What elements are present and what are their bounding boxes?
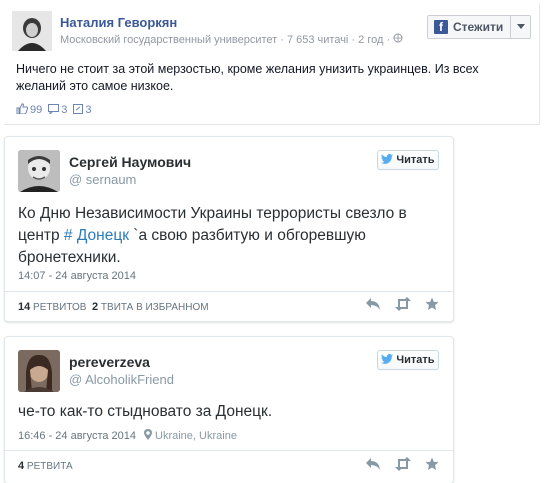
tweet-timestamp[interactable]: 16:46 - 24 августа 2014 xyxy=(18,430,136,442)
embedded-tweet: pereverzeva @ AlcoholikFriend Читать че-… xyxy=(4,336,454,483)
share-icon xyxy=(73,103,84,117)
twitter-bird-icon xyxy=(381,353,394,367)
divider xyxy=(5,291,453,292)
embedded-tweet: Сергей Наумович @ sernaum Читать Ко Дню … xyxy=(4,136,454,322)
globe-icon xyxy=(393,33,403,46)
likes-stat[interactable]: 99 xyxy=(16,103,42,117)
comment-icon xyxy=(48,103,60,117)
retweets-count[interactable]: 4 xyxy=(18,460,24,472)
shares-count: 3 xyxy=(85,104,92,116)
author-avatar[interactable] xyxy=(18,350,60,392)
tweet-stats: 14 ретвитов 2 твита в избранном xyxy=(18,301,209,313)
follow-button-label: Читать xyxy=(396,354,435,366)
tweet-author-handle[interactable]: @ AlcoholikFriend xyxy=(69,372,174,387)
favorite-star-icon[interactable] xyxy=(425,457,439,471)
facebook-embedded-post: Наталия Геворкян Московский государствен… xyxy=(4,3,540,125)
follow-button[interactable]: Читать xyxy=(377,350,439,370)
location-text: Ukraine, Ukraine xyxy=(155,430,237,442)
follow-button[interactable]: Читать xyxy=(377,150,439,170)
author-avatar[interactable] xyxy=(12,11,52,51)
tweet-text: че-то как-то стыдновато за Донецк. xyxy=(18,403,273,420)
retweet-icon[interactable] xyxy=(394,297,412,311)
tweet-stats: 4 ретвита xyxy=(18,460,73,472)
retweets-label[interactable]: ретвитов xyxy=(33,302,86,313)
comments-stat[interactable]: 3 xyxy=(48,103,68,117)
tweet-text: Ко Дню Независимости Украины террористы … xyxy=(18,203,438,269)
follow-button[interactable]: f Стежити xyxy=(427,15,531,39)
favorites-count[interactable]: 2 xyxy=(92,301,98,313)
twitter-bird-icon xyxy=(381,153,394,167)
post-meta: Московский государственный университет ·… xyxy=(60,33,403,46)
post-meta-text: Московский государственный университет ·… xyxy=(60,34,391,46)
divider xyxy=(5,450,453,451)
reply-icon[interactable] xyxy=(365,457,381,471)
author-avatar[interactable] xyxy=(18,150,60,192)
reply-icon[interactable] xyxy=(365,297,381,311)
favorites-label[interactable]: твита в избранном xyxy=(101,302,209,313)
tweet-date[interactable]: 14:07 - 24 августа 2014 xyxy=(18,270,136,282)
follow-button-label: Стежити xyxy=(453,20,504,34)
post-stats: 99 3 3 xyxy=(16,103,92,117)
retweets-count[interactable]: 14 xyxy=(18,301,30,313)
retweets-label[interactable]: ретвита xyxy=(27,461,73,472)
tweet-author-handle[interactable]: @ sernaum xyxy=(69,172,136,187)
facebook-logo-icon: f xyxy=(434,20,448,34)
tweet-timestamp: 14:07 - 24 августа 2014 xyxy=(18,270,137,282)
tweet-date: 16:46 - 24 августа 2014 Ukraine, Ukraine xyxy=(18,429,237,443)
comments-count: 3 xyxy=(61,104,68,116)
tweet-author-name[interactable]: Сергей Наумович xyxy=(69,154,191,170)
post-author-name[interactable]: Наталия Геворкян xyxy=(60,15,177,30)
location-pin-icon xyxy=(144,429,153,443)
thumbs-up-icon xyxy=(16,103,29,117)
tweet-location[interactable]: Ukraine, Ukraine xyxy=(144,429,237,443)
tweet-author-name[interactable]: pereverzeva xyxy=(69,354,150,370)
shares-stat[interactable]: 3 xyxy=(73,103,92,117)
post-text: Ничего не стоит за этой мерзостью, кроме… xyxy=(16,62,479,93)
likes-count: 99 xyxy=(30,104,43,116)
hashtag-link[interactable]: # Донецк xyxy=(64,227,129,244)
retweet-icon[interactable] xyxy=(394,457,412,471)
chevron-down-icon[interactable] xyxy=(510,16,530,38)
tweet-actions xyxy=(365,457,439,471)
follow-button-label: Читать xyxy=(396,154,435,166)
tweet-actions xyxy=(365,297,439,311)
favorite-star-icon[interactable] xyxy=(425,297,439,311)
